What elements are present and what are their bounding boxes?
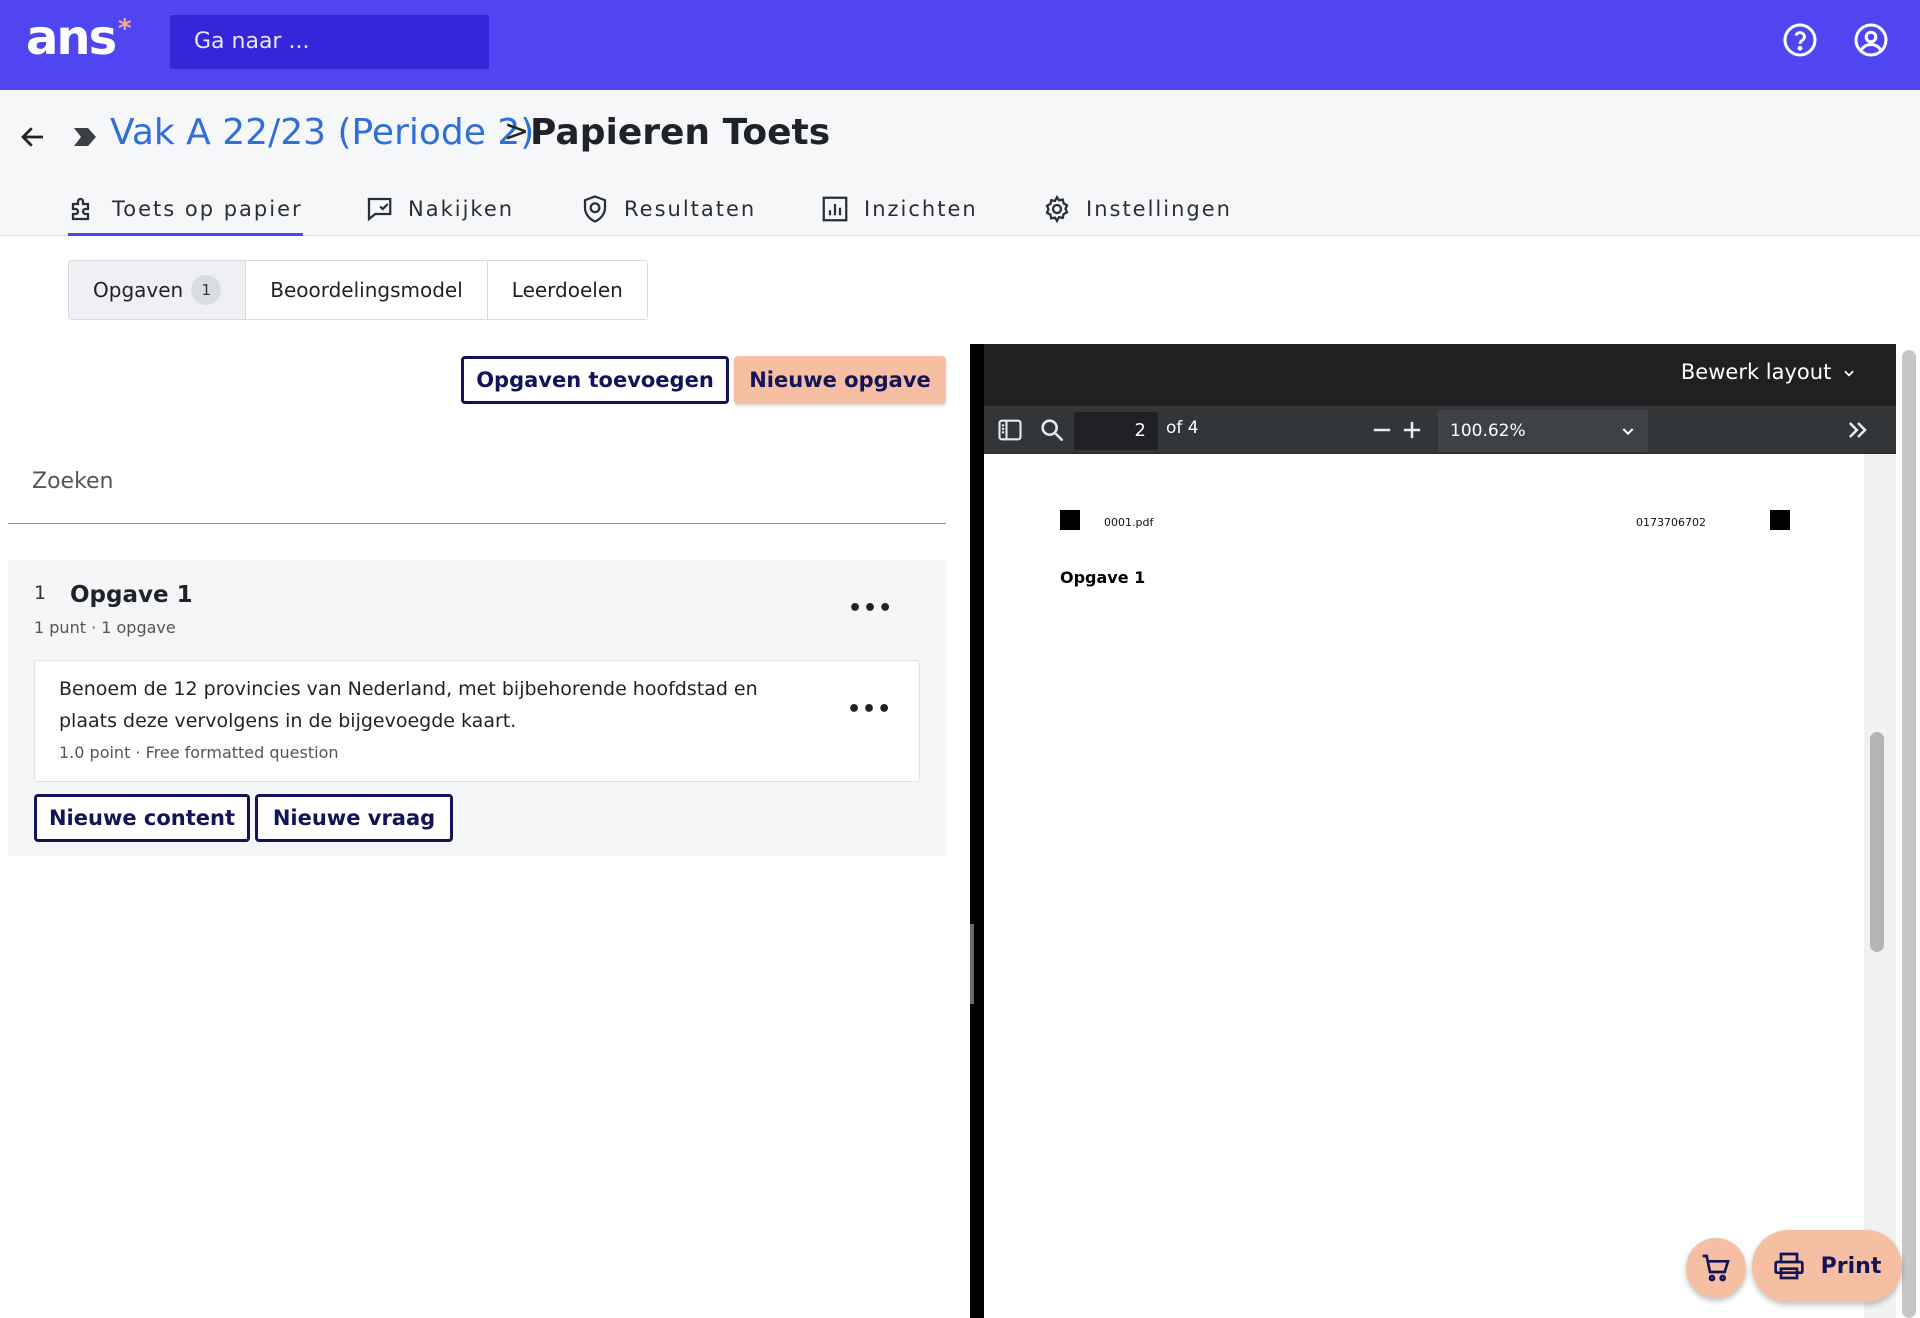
subtab-label: Beoordelingsmodel — [270, 278, 463, 302]
page-total: of 4 — [1166, 418, 1199, 438]
search-input[interactable]: Zoeken — [8, 456, 946, 524]
tab-label: Nakijken — [408, 197, 515, 221]
tab-toets-op-papier[interactable]: Toets op papier — [68, 182, 303, 236]
page-title: Papieren Toets — [530, 112, 831, 153]
exercise-number: 1 — [34, 582, 47, 604]
chevron-down-icon — [1844, 370, 1854, 377]
goto-search-input[interactable]: Ga naar ... — [170, 15, 489, 69]
new-content-button[interactable]: Nieuwe content — [34, 794, 250, 842]
ans-logo[interactable]: ans — [26, 10, 117, 66]
tab-label: Instellingen — [1086, 197, 1232, 221]
double-chevron-right-icon[interactable] — [1844, 416, 1872, 444]
pdf-code: 0173706702 — [1636, 516, 1706, 529]
question-text: Benoem de 12 provincies van Nederland, m… — [59, 678, 758, 732]
help-circle-icon[interactable] — [1782, 22, 1818, 58]
bar-chart-icon — [822, 196, 848, 222]
question-more-menu[interactable]: ••• — [847, 697, 892, 722]
exercise-title[interactable]: Opgave 1 — [70, 582, 193, 608]
zoom-in-icon[interactable] — [1398, 416, 1426, 444]
tab-nakijken[interactable]: Nakijken — [364, 182, 514, 236]
registration-mark — [1060, 510, 1080, 530]
logo-star: * — [118, 14, 132, 44]
breadcrumb-parent-link[interactable]: Vak A 22/23 (Periode 2) — [110, 112, 534, 153]
pdf-filename: 0001.pdf — [1104, 516, 1154, 529]
tab-inzichten[interactable]: Inzichten — [820, 182, 978, 236]
cart-icon — [1702, 1254, 1730, 1282]
search-icon[interactable] — [1038, 416, 1066, 444]
question-item[interactable]: Benoem de 12 provincies van Nederland, m… — [34, 660, 920, 782]
tab-label: Inzichten — [864, 197, 978, 221]
subtab-leerdoelen[interactable]: Leerdoelen — [487, 261, 647, 319]
printer-icon — [1773, 1252, 1804, 1280]
chat-check-icon — [367, 197, 392, 222]
tab-label: Resultaten — [624, 197, 757, 221]
pdf-toolbar: 2 of 4 100.62% — [984, 406, 1896, 454]
zoom-value: 100.62% — [1450, 421, 1526, 441]
count-badge: 1 — [191, 275, 222, 305]
pdf-scrollbar[interactable] — [1870, 732, 1884, 952]
tab-instellingen[interactable]: Instellingen — [1042, 182, 1232, 236]
top-bar: ans * Ga naar ... — [0, 0, 1920, 90]
edit-layout-label: Bewerk layout — [1680, 360, 1832, 384]
sidebar-toggle-icon[interactable] — [996, 416, 1024, 444]
new-exercise-button[interactable]: Nieuwe opgave — [734, 356, 946, 404]
print-button[interactable]: Print — [1752, 1230, 1902, 1302]
user-circle-icon[interactable] — [1853, 22, 1889, 58]
exercise-card: 1 Opgave 1 1 punt · 1 opgave ••• Benoem … — [8, 560, 946, 856]
back-arrow-icon[interactable] — [18, 122, 48, 152]
add-exercises-button[interactable]: Opgaven toevoegen — [461, 356, 729, 404]
tab-resultaten[interactable]: Resultaten — [580, 182, 756, 236]
print-label: Print — [1820, 1253, 1882, 1279]
registration-mark — [1770, 510, 1790, 530]
exercise-more-menu[interactable]: ••• — [848, 596, 893, 621]
zoom-out-icon[interactable] — [1368, 416, 1396, 444]
edit-layout-dropdown[interactable]: Bewerk layout — [1681, 360, 1856, 384]
resize-handle[interactable] — [970, 924, 974, 1004]
question-meta: 1.0 point · Free formatted question — [59, 743, 339, 762]
gear-icon — [1045, 194, 1069, 224]
subtab-label: Opgaven — [93, 278, 184, 302]
chevron-down-icon — [1622, 428, 1634, 436]
subtab-label: Leerdoelen — [511, 278, 623, 302]
new-question-button[interactable]: Nieuwe vraag — [255, 794, 453, 842]
shield-icon — [583, 195, 607, 223]
sub-tabs: Opgaven 1 Beoordelingsmodel Leerdoelen — [68, 260, 648, 320]
puzzle-icon — [71, 197, 90, 221]
page-header: Vak A 22/23 (Periode 2) > Papieren Toets… — [0, 90, 1920, 236]
subtab-opgaven[interactable]: Opgaven 1 — [69, 261, 247, 319]
page-number-input[interactable]: 2 — [1074, 412, 1158, 450]
page-scrollbar[interactable] — [1902, 350, 1916, 1318]
main-tabs: Toets op papier Nakijken Resultaten Inzi… — [0, 182, 1920, 236]
breadcrumb-chevron-icon — [74, 128, 96, 146]
pdf-viewer: Bewerk layout 2 of 4 100.62% 0001.pdf 01… — [970, 344, 1896, 1318]
cart-button[interactable] — [1686, 1238, 1746, 1298]
tab-label: Toets op papier — [112, 197, 303, 221]
viewer-header: Bewerk layout — [984, 344, 1896, 406]
pdf-heading: Opgave 1 — [1060, 568, 1146, 587]
zoom-select[interactable]: 100.62% — [1438, 410, 1648, 452]
pdf-page: 0001.pdf 0173706702 Opgave 1 — [984, 454, 1864, 1318]
breadcrumb-separator: > — [504, 114, 530, 149]
exercise-meta: 1 punt · 1 opgave — [34, 618, 176, 637]
subtab-beoordelingsmodel[interactable]: Beoordelingsmodel — [246, 261, 488, 319]
